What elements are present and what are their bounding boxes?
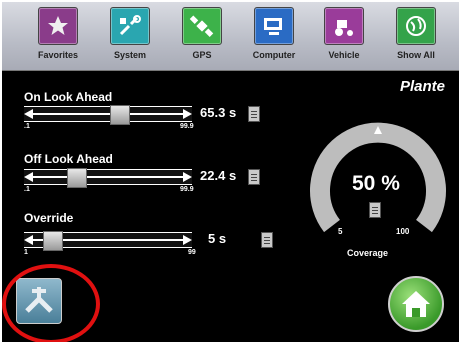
increase-arrow-icon[interactable] (183, 235, 192, 245)
system-button[interactable]: System (94, 7, 166, 67)
on-look-ahead-slider[interactable] (24, 105, 192, 125)
star-icon (38, 7, 78, 45)
highlight-circle (2, 264, 100, 342)
top-toolbar: Favorites System GPS Computer Vehicle Sh… (2, 2, 459, 71)
override-min: 1 (24, 249, 28, 256)
slider-thumb[interactable] (66, 168, 87, 188)
on-look-ahead-label: On Look Ahead (24, 90, 113, 104)
planter-settings-screen: Favorites System GPS Computer Vehicle Sh… (2, 2, 459, 342)
coverage-label: Coverage (347, 248, 389, 258)
home-icon (402, 291, 430, 317)
decrease-arrow-icon[interactable] (24, 235, 33, 245)
vehicle-label: Vehicle (328, 50, 360, 60)
off-look-ahead-min: .1 (24, 186, 30, 193)
off-look-ahead-slider[interactable] (24, 168, 192, 188)
slider-thumb[interactable] (109, 105, 130, 125)
calculator-icon[interactable] (248, 106, 260, 122)
gps-button[interactable]: GPS (166, 7, 238, 67)
tools-icon (110, 7, 150, 45)
override-label: Override (24, 211, 74, 225)
tractor-icon (324, 7, 364, 45)
screen-title: Plante (400, 78, 446, 95)
on-look-ahead-value: 65.3 s (200, 105, 237, 120)
calculator-icon[interactable] (248, 169, 260, 185)
show-all-button[interactable]: Show All (380, 7, 452, 67)
on-look-ahead-min: .1 (24, 123, 30, 130)
show-all-label: Show All (397, 50, 435, 60)
home-button[interactable] (388, 276, 444, 332)
off-look-ahead-max: 99.9 (180, 186, 194, 193)
favorites-button[interactable]: Favorites (22, 7, 94, 67)
favorites-label: Favorites (37, 50, 79, 60)
gps-label: GPS (192, 50, 212, 60)
coverage-value: 50 % (352, 172, 400, 195)
computer-icon (254, 7, 294, 45)
off-look-ahead-label: Off Look Ahead (24, 152, 113, 166)
coverage-max: 100 (396, 227, 410, 236)
decrease-arrow-icon[interactable] (24, 109, 33, 119)
on-look-ahead-max: 99.9 (180, 123, 194, 130)
computer-button[interactable]: Computer (238, 7, 310, 67)
override-value: 5 s (208, 231, 227, 246)
override-max: 99 (188, 249, 196, 256)
decrease-arrow-icon[interactable] (24, 172, 33, 182)
increase-arrow-icon[interactable] (183, 109, 192, 119)
increase-arrow-icon[interactable] (183, 172, 192, 182)
vehicle-button[interactable]: Vehicle (308, 7, 380, 67)
slider-thumb[interactable] (42, 231, 63, 251)
calculator-icon[interactable] (369, 202, 381, 218)
satellite-icon (182, 7, 222, 45)
coverage-min: 5 (338, 227, 343, 236)
calculator-icon[interactable] (261, 232, 273, 248)
globe-icon (396, 7, 436, 45)
override-slider[interactable] (24, 231, 192, 251)
off-look-ahead-value: 22.4 s (200, 168, 237, 183)
system-label: System (113, 50, 147, 60)
computer-label: Computer (252, 50, 296, 60)
